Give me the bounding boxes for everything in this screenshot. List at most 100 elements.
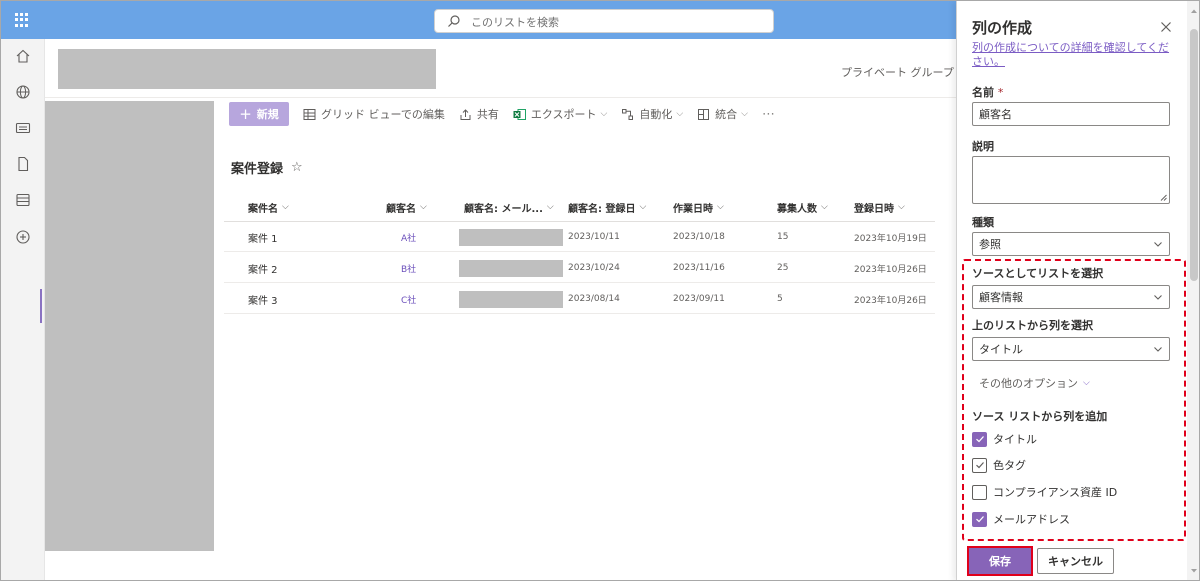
excel-icon (513, 108, 526, 120)
save-button[interactable]: 保存 (967, 546, 1033, 576)
chevron-down-icon: ⌵ (676, 109, 684, 119)
grid-edit-button[interactable]: グリッド ビューでの編集 (303, 106, 445, 122)
item-name[interactable]: 案件 1 (248, 222, 278, 252)
name-label: 名前 * (972, 86, 1004, 99)
column-header[interactable]: 顧客名: 登録日 ⌵ (568, 192, 646, 222)
automate-button[interactable]: 自動化 ⌵ (621, 106, 683, 122)
highlight-box (962, 259, 1186, 541)
share-icon (460, 108, 471, 120)
type-label: 種類 (972, 216, 994, 229)
close-icon[interactable] (1160, 21, 1172, 33)
customer-link[interactable]: C社 (401, 284, 416, 314)
chevron-down-icon (1154, 242, 1162, 247)
search-placeholder: このリストを検索 (471, 16, 559, 29)
chevron-down-icon: ⌵ (600, 109, 608, 119)
column-header[interactable]: 案件名 ⌵ (248, 192, 289, 222)
email-redacted (459, 222, 563, 252)
headcount: 15 (777, 232, 789, 242)
list-icon[interactable] (15, 192, 31, 208)
table-header: 案件名 ⌵ 顧客名 ⌵ 顧客名: メール... ⌵ 顧客名: 登録日 ⌵ 作業日時 ⌵ 募… (224, 192, 935, 222)
search-icon (448, 15, 460, 27)
grid-icon (303, 108, 316, 120)
new-button-label: 新規 (256, 108, 279, 121)
column-header[interactable]: 作業日時 ⌵ (673, 192, 724, 222)
column-header[interactable]: 募集人数 ⌵ (777, 192, 828, 222)
reg-date: 2023/08/14 (568, 294, 620, 304)
scrollbar-thumb[interactable] (1190, 29, 1198, 281)
app-launcher-icon[interactable] (15, 13, 29, 27)
reg-date: 2023/10/11 (568, 232, 620, 242)
email-redacted (459, 284, 563, 314)
suite-header: このリストを検索 (1, 1, 956, 39)
chevron-down-icon: ⌵ (821, 202, 828, 212)
privacy-label: プライベート グループ (841, 66, 954, 79)
scroll-up-icon[interactable] (1190, 7, 1198, 15)
customer-link[interactable]: B社 (401, 253, 416, 283)
type-dropdown[interactable]: 参照 (972, 232, 1170, 256)
work-date: 2023/09/11 (673, 294, 725, 304)
customer-link[interactable]: A社 (401, 222, 416, 252)
export-label: エクスポート (530, 108, 597, 121)
automate-icon (622, 108, 634, 120)
plus-icon: + (239, 104, 252, 123)
integrate-label: 統合 (715, 108, 738, 121)
registered-at: 2023年10月26日 (854, 295, 927, 306)
column-header[interactable]: 登録日時 ⌵ (854, 192, 905, 222)
scroll-down-icon[interactable] (1190, 567, 1198, 575)
news-icon[interactable] (15, 120, 31, 136)
globe-icon[interactable] (15, 84, 31, 100)
registered-at: 2023年10月19日 (854, 233, 927, 244)
work-date: 2023/11/16 (673, 263, 725, 273)
home-icon[interactable] (15, 48, 31, 64)
chevron-down-icon: ⌵ (420, 202, 427, 212)
search-box[interactable]: このリストを検索 (434, 9, 774, 33)
new-button[interactable]: + 新規 (229, 102, 289, 126)
integrate-icon (698, 108, 710, 120)
site-navigation-redacted (45, 101, 214, 551)
share-button[interactable]: 共有 (459, 106, 499, 122)
item-name[interactable]: 案件 3 (248, 284, 278, 314)
chevron-down-icon: ⌵ (639, 202, 647, 212)
app-window: このリストを検索 プライベート グループ + 新規 グリッド ビューでの編集 共… (0, 0, 1200, 581)
headcount: 25 (777, 263, 789, 273)
automate-label: 自動化 (639, 108, 673, 121)
export-button[interactable]: エクスポート ⌵ (513, 106, 608, 122)
column-header[interactable]: 顧客名: メール... ⌵ (464, 192, 554, 222)
list-title-text: 案件登録 (231, 162, 284, 177)
share-label: 共有 (476, 108, 499, 121)
chevron-down-icon: ⌵ (546, 202, 554, 212)
panel-title: 列の作成 (972, 19, 1033, 37)
table-row[interactable]: 案件 3 C社 2023/08/14 2023/09/11 5 2023年10月… (224, 284, 935, 314)
app-rail (1, 39, 45, 580)
add-circle-icon[interactable] (15, 229, 31, 245)
table-row[interactable]: 案件 2 B社 2023/10/24 2023/11/16 25 2023年10… (224, 253, 935, 283)
table-row[interactable]: 案件 1 A社 2023/10/11 2023/10/18 15 2023年10… (224, 222, 935, 252)
name-field[interactable]: 顧客名 (972, 102, 1170, 126)
grid-edit-label: グリッド ビューでの編集 (321, 108, 445, 121)
headcount: 5 (777, 294, 783, 304)
site-title-redacted (58, 49, 436, 89)
header-divider (45, 97, 956, 98)
item-name[interactable]: 案件 2 (248, 253, 278, 283)
chevron-down-icon: ⌵ (282, 202, 289, 212)
column-header[interactable]: 顧客名 ⌵ (386, 192, 427, 222)
description-label: 説明 (972, 140, 994, 153)
favorite-star-icon[interactable]: ☆ (291, 160, 303, 175)
command-bar: + 新規 グリッド ビューでの編集 共有 エクスポート ⌵ 自動化 ⌵ 統合 ⌵… (229, 101, 776, 127)
help-link[interactable]: 列の作成についての詳細を確認してください。 (972, 41, 1172, 69)
list-title: 案件登録 ☆ (231, 158, 303, 177)
required-mark: * (997, 86, 1004, 99)
registered-at: 2023年10月26日 (854, 264, 927, 275)
email-redacted (459, 253, 563, 283)
chevron-down-icon: ⌵ (741, 109, 748, 119)
cancel-button[interactable]: キャンセル (1037, 548, 1114, 574)
description-field[interactable] (972, 156, 1170, 204)
chevron-down-icon: ⌵ (898, 202, 905, 212)
work-date: 2023/10/18 (673, 232, 725, 242)
integrate-button[interactable]: 統合 ⌵ (697, 106, 748, 122)
rail-selection-indicator (40, 289, 42, 323)
file-icon[interactable] (15, 156, 31, 172)
more-options-icon[interactable]: ⋯ (762, 107, 776, 122)
resize-handle-icon[interactable] (1160, 194, 1167, 201)
reg-date: 2023/10/24 (568, 263, 620, 273)
